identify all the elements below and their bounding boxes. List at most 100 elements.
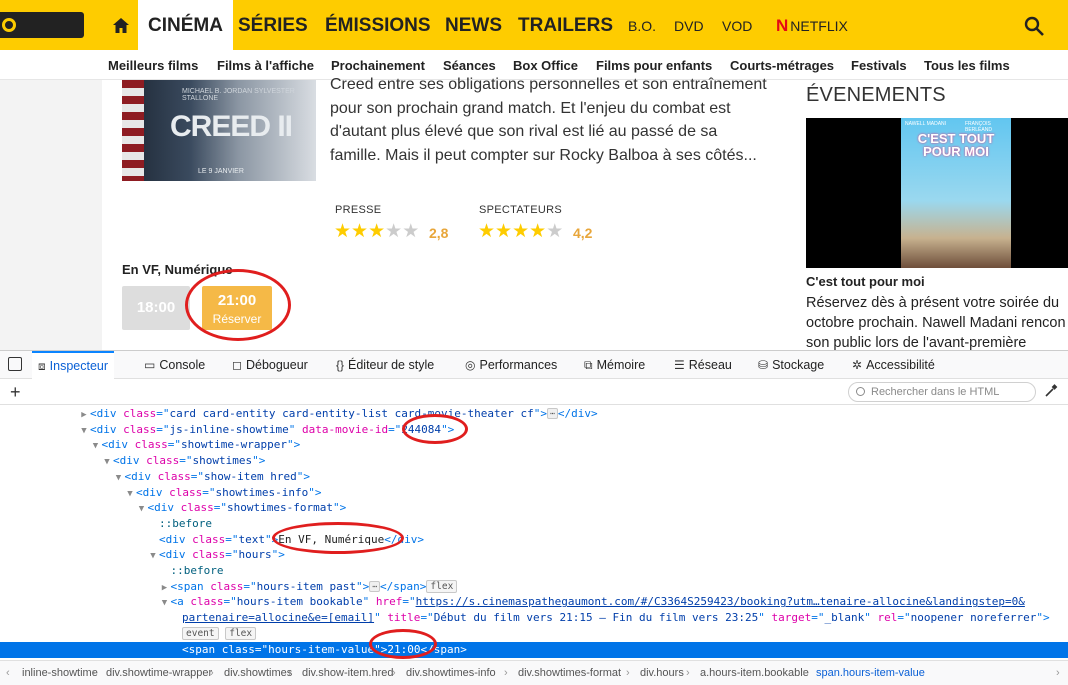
subnav-tous-les-films[interactable]: Tous les films bbox=[924, 58, 1010, 73]
subnav-box-office[interactable]: Box Office bbox=[513, 58, 578, 73]
markup-node[interactable]: ▼ <div class="show-item hred"> bbox=[0, 469, 1068, 485]
event-badge[interactable]: event bbox=[182, 626, 219, 640]
markup-node[interactable]: ::before bbox=[0, 563, 1068, 579]
href-link[interactable]: https://s.cinemaspathegaumont.com/#/C336… bbox=[416, 595, 1025, 608]
expand-arrow-icon[interactable]: ▶ bbox=[159, 580, 171, 596]
collapse-arrow-icon[interactable]: ▼ bbox=[147, 548, 159, 564]
breadcrumb-item[interactable]: div.showtime-wrapper bbox=[106, 661, 212, 685]
collapse-arrow-icon[interactable]: ▼ bbox=[113, 470, 125, 486]
markup-node[interactable]: ▼ <div class="js-inline-showtime" data-mo… bbox=[0, 422, 1068, 438]
event-poster-actor-a: NAWELL MADANI bbox=[905, 121, 947, 127]
markup-node[interactable]: ▼ <div class="hours"> bbox=[0, 547, 1068, 563]
inspector-icon: ⧈ bbox=[38, 359, 46, 373]
home-button[interactable] bbox=[104, 0, 138, 50]
breadcrumb-item[interactable]: inline-showtime bbox=[22, 661, 98, 685]
breadcrumb-item[interactable]: div.showtimes bbox=[224, 661, 292, 685]
flex-badge[interactable]: flex bbox=[225, 626, 257, 640]
nav-trailers[interactable]: TRAILERS bbox=[518, 0, 613, 50]
nav-netflix[interactable]: N NETFLIX bbox=[776, 0, 848, 50]
expand-arrow-icon[interactable]: ▶ bbox=[78, 407, 90, 423]
markup-token: data-movie-id bbox=[301, 422, 389, 436]
markup-token: =" bbox=[156, 407, 170, 420]
press-label: PRESSE bbox=[335, 204, 382, 216]
crumb-scroll-right-icon[interactable]: › bbox=[1056, 661, 1060, 685]
breadcrumb-item[interactable]: div.hours bbox=[640, 661, 684, 685]
markup-token: class bbox=[221, 642, 255, 656]
flex-badge[interactable]: flex bbox=[426, 579, 458, 593]
tab-console[interactable]: ▭ Console bbox=[144, 351, 205, 379]
tab-inspector[interactable]: ⧈ Inspecteur bbox=[32, 351, 115, 379]
ellipsis-badge[interactable]: ⋯ bbox=[369, 580, 381, 592]
nav-news[interactable]: NEWS bbox=[445, 0, 502, 50]
tab-memory[interactable]: ⧉ Mémoire bbox=[584, 351, 645, 379]
movie-poster[interactable]: MICHAEL B. JORDAN SYLVESTER STALLONE CRE… bbox=[122, 80, 316, 181]
markup-node[interactable]: event flex bbox=[0, 626, 1068, 642]
tab-accessibility[interactable]: ✲ Accessibilité bbox=[852, 351, 935, 379]
markup-token: <div bbox=[159, 548, 193, 562]
nav-emissions[interactable]: ÉMISSIONS bbox=[325, 0, 431, 50]
eyedropper-icon[interactable] bbox=[1044, 384, 1058, 401]
html-search-input[interactable]: Rechercher dans le HTML bbox=[848, 382, 1036, 402]
showtime-bookable-button[interactable]: 21:00 Réserver bbox=[202, 286, 272, 330]
markup-token: hours-item bookable bbox=[236, 595, 363, 609]
markup-token: <div bbox=[124, 469, 158, 483]
collapse-arrow-icon[interactable]: ▼ bbox=[159, 595, 171, 611]
subnav-films-enfants[interactable]: Films pour enfants bbox=[596, 58, 712, 73]
subnav-seances[interactable]: Séances bbox=[443, 58, 496, 73]
markup-node[interactable]: ▼ <div class="showtimes-format"> bbox=[0, 500, 1068, 516]
breadcrumb-item[interactable]: div.showtimes-format bbox=[518, 661, 621, 685]
element-picker-icon[interactable] bbox=[8, 357, 22, 371]
tab-network[interactable]: ☰ Réseau bbox=[674, 351, 732, 379]
collapse-arrow-icon[interactable]: ▼ bbox=[101, 454, 113, 470]
allocine-logo[interactable]: ALLOCINE bbox=[0, 12, 84, 59]
subnav-courts-metrages[interactable]: Courts-métrages bbox=[730, 58, 834, 73]
markup-token: " bbox=[362, 595, 376, 609]
markup-node[interactable]: ▼ <div class="showtimes"> bbox=[0, 453, 1068, 469]
markup-node[interactable]: <span class="hours-item-value">21:00</sp… bbox=[0, 641, 1068, 658]
markup-node[interactable]: ▼ <a class="hours-item bookable" href="ht… bbox=[0, 594, 1068, 610]
ellipsis-badge[interactable]: ⋯ bbox=[547, 408, 558, 419]
nav-cinema[interactable]: CINÉMA bbox=[138, 0, 233, 50]
tab-debugger[interactable]: ◻ Débogueur bbox=[232, 351, 308, 379]
breadcrumb-item[interactable]: div.show-item.hred bbox=[302, 661, 394, 685]
nav-series[interactable]: SÉRIES bbox=[238, 0, 308, 50]
subnav-festivals[interactable]: Festivals bbox=[851, 58, 907, 73]
markup-node[interactable]: partenaire=allocine&e=[email]" title="Dé… bbox=[0, 610, 1068, 626]
markup-node[interactable]: ▼ <div class="showtime-wrapper"> bbox=[0, 437, 1068, 453]
search-button[interactable] bbox=[1024, 16, 1044, 41]
breadcrumb-item[interactable]: span.hours-item-value bbox=[816, 661, 925, 685]
nav-vod[interactable]: VOD bbox=[722, 0, 752, 50]
tab-storage[interactable]: ⛁ Stockage bbox=[758, 351, 824, 379]
markup-token: </span> bbox=[420, 642, 467, 656]
collapse-arrow-icon[interactable]: ▼ bbox=[78, 423, 90, 439]
markup-node[interactable]: ▶ <span class="hours-item past"> ⋯ </span> f… bbox=[0, 579, 1068, 595]
subnav-films-affiche[interactable]: Films à l'affiche bbox=[217, 58, 314, 73]
nav-bo[interactable]: B.O. bbox=[628, 0, 656, 50]
crumb-scroll-left-icon[interactable]: ‹ bbox=[6, 661, 10, 685]
markup-node[interactable]: ▶ <div class="card card-entity card-entit… bbox=[0, 406, 1068, 422]
markup-token: showtimes bbox=[192, 454, 253, 468]
spectators-score: 4,2 bbox=[573, 225, 593, 241]
event-poster[interactable]: NAWELL MADANI FRANÇOIS BERLÉAND C'EST TO… bbox=[806, 118, 1068, 268]
breadcrumb-item[interactable]: a.hours-item.bookable bbox=[700, 661, 809, 685]
markup-node[interactable]: ▼ <div class="showtimes-info"> bbox=[0, 485, 1068, 501]
nav-dvd[interactable]: DVD bbox=[674, 0, 704, 50]
breadcrumb-item[interactable]: div.showtimes-info bbox=[406, 661, 496, 685]
collapse-arrow-icon[interactable]: ▼ bbox=[124, 486, 136, 502]
tab-performances[interactable]: ◎ Performances bbox=[465, 351, 557, 379]
collapse-arrow-icon[interactable]: ▼ bbox=[136, 501, 148, 517]
href-link[interactable]: partenaire=allocine&e=[email] bbox=[182, 611, 374, 624]
tab-style-editor[interactable]: {} Éditeur de style bbox=[336, 351, 434, 379]
markup-node[interactable]: ::before bbox=[0, 516, 1068, 532]
devtools-tabbar: ⧈ Inspecteur ▭ Console ◻ Débogueur {} Éditeu… bbox=[0, 351, 1068, 379]
subnav-meilleurs-films[interactable]: Meilleurs films bbox=[108, 58, 198, 73]
subnav-prochainement[interactable]: Prochainement bbox=[331, 58, 425, 73]
markup-token: class bbox=[134, 438, 168, 452]
event-name[interactable]: C'est tout pour moi bbox=[806, 274, 925, 289]
markup-token: hours bbox=[238, 548, 272, 562]
markup-token: " bbox=[864, 611, 878, 625]
collapse-arrow-icon[interactable]: ▼ bbox=[90, 438, 102, 454]
style-editor-icon: {} bbox=[336, 358, 345, 372]
markup-node[interactable]: <div class="text">En VF, Numérique</div> bbox=[0, 532, 1068, 548]
add-node-icon[interactable]: + bbox=[10, 380, 21, 404]
